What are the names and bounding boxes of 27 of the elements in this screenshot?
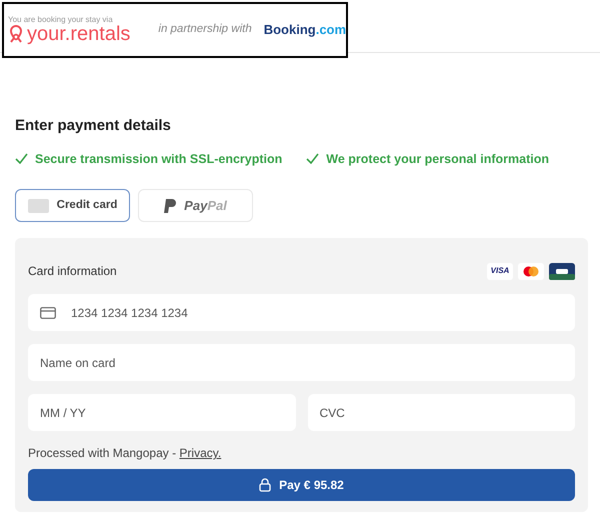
payment-method-tab[interactable]: Credit card <box>15 189 130 222</box>
input-field[interactable]: Name on card <box>28 344 575 382</box>
tagline: You are booking your stay via <box>8 16 114 24</box>
card-brand-logo: VISA <box>487 262 513 280</box>
card-brand-icon <box>518 262 544 280</box>
partner-logo: Booking.com <box>264 21 346 40</box>
logo-icon <box>8 24 24 44</box>
input-field[interactable]: CVC <box>308 394 575 432</box>
paypal-icon <box>164 198 176 213</box>
page-title: Enter payment details <box>15 116 172 136</box>
partner-text: in partnership with <box>158 22 252 38</box>
card-icon <box>28 198 49 213</box>
assurance-text: We protect your personal information <box>326 150 549 168</box>
privacy-link[interactable]: Privacy. <box>179 446 222 460</box>
input-field[interactable]: 1234 1234 1234 1234 <box>28 294 575 332</box>
pay-button[interactable]: Pay € 95.82 <box>28 469 575 502</box>
card-icon <box>40 307 56 320</box>
payment-method-tab[interactable]: PayPal <box>138 189 253 222</box>
lock-icon <box>259 478 272 492</box>
input-field[interactable]: MM / YY <box>28 394 296 432</box>
check-icon <box>306 153 320 164</box>
card-brand-icon <box>549 262 575 280</box>
brand-logo: your.rentals <box>27 24 130 44</box>
card-info-heading: Card information <box>28 263 117 280</box>
processor-text: Processed with Mangopay - Privacy. <box>28 445 222 462</box>
check-icon <box>15 153 28 164</box>
assurance-text: Secure transmission with SSL-encryption <box>35 150 282 168</box>
